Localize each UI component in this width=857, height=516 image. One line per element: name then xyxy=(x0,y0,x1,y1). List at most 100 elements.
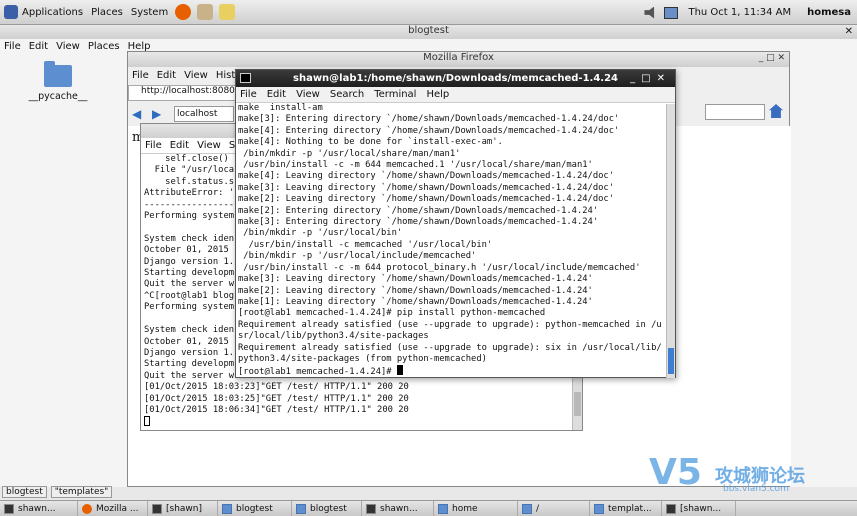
terminal-icon xyxy=(4,503,14,514)
applications-menu[interactable]: Applications xyxy=(0,5,87,19)
terminal-line: make[2]: Leaving directory `/home/shawn/… xyxy=(238,285,593,296)
volume-icon[interactable] xyxy=(644,6,655,19)
search-input[interactable] xyxy=(705,104,765,120)
watermark-logo: V5 xyxy=(649,452,702,493)
folder-icon xyxy=(438,503,448,514)
front-terminal-titlebar: shawn@lab1:/home/shawn/Downloads/memcach… xyxy=(236,70,675,87)
terminal-line: [root@lab1 memcached-1.4.24]# pip instal… xyxy=(238,308,546,319)
folder-icon xyxy=(296,503,306,514)
tf-menu-terminal[interactable]: Terminal xyxy=(370,89,422,100)
terminal-line: make[4]: Leaving directory `/home/shawn/… xyxy=(238,171,615,182)
home-icon[interactable] xyxy=(769,104,783,118)
tf-menu-view[interactable]: View xyxy=(292,89,326,100)
tf-menu-help[interactable]: Help xyxy=(422,89,455,100)
clock[interactable]: Thu Oct 1, 11:34 AM xyxy=(678,7,801,18)
places-label: Places xyxy=(91,6,123,18)
terminal-cursor xyxy=(396,365,403,375)
back-arrow-icon[interactable]: ◀ xyxy=(132,108,148,120)
system-menu[interactable]: System xyxy=(127,7,172,18)
taskbar-item[interactable]: templat... xyxy=(590,501,662,516)
location-blogtest[interactable]: blogtest xyxy=(2,486,47,498)
folder-pycache[interactable]: __pycache__ xyxy=(28,61,88,102)
close-icon[interactable]: ✕ xyxy=(845,26,853,37)
taskbar-item[interactable]: Mozilla ... xyxy=(78,501,148,516)
terminal-line xyxy=(144,416,582,429)
tf-menu-search[interactable]: Search xyxy=(326,89,370,100)
folder-icon xyxy=(44,61,72,87)
taskbar-item[interactable]: [shawn... xyxy=(662,501,736,516)
terminal-line: make[1]: Leaving directory `/home/shawn/… xyxy=(238,296,593,307)
folder-icon xyxy=(522,503,532,514)
terminal-line: make[4]: Nothing to be done for `install… xyxy=(238,137,503,148)
ff-menu-view[interactable]: View xyxy=(180,70,212,81)
terminal-line: make install-am xyxy=(238,103,323,113)
front-terminal-output[interactable]: make install-am make[3]: Entering directo… xyxy=(236,103,668,375)
gnome-foot-icon xyxy=(4,5,18,19)
ff-menu-file[interactable]: File xyxy=(128,70,153,81)
taskbar-item[interactable]: blogtest xyxy=(292,501,362,516)
places-menu[interactable]: Places xyxy=(87,7,127,18)
terminal-line: [01/Oct/2015 18:06:34]"GET /test/ HTTP/1… xyxy=(144,404,409,415)
taskbar-item[interactable]: [shawn] xyxy=(148,501,218,516)
bottom-taskbar: shawn... Mozilla ... [shawn] blogtest blogte… xyxy=(0,500,857,516)
taskbar-item-label: templat... xyxy=(608,503,652,514)
window-buttons[interactable]: _ □ ✕ xyxy=(759,53,785,63)
window-buttons[interactable]: _□✕ xyxy=(630,70,671,87)
taskbar-item-label: Mozilla ... xyxy=(96,503,139,514)
firefox-titlebar: Mozilla Firefox _ □ ✕ xyxy=(128,52,789,67)
tf-menu-file[interactable]: File xyxy=(236,89,263,100)
taskbar-item[interactable]: home xyxy=(434,501,518,516)
scroll-thumb[interactable] xyxy=(574,392,581,416)
terminal-line: make[3]: Entering directory `/home/shawn… xyxy=(238,114,620,125)
terminal-icon xyxy=(366,503,376,514)
taskbar-item[interactable]: shawn... xyxy=(0,501,78,516)
scroll-thumb[interactable] xyxy=(668,348,674,374)
terminal-icon xyxy=(240,73,251,83)
mail-launcher-icon[interactable] xyxy=(197,4,214,20)
terminal-line: python3.4/site-packages (from python-mem… xyxy=(238,353,487,364)
location-templates[interactable]: "templates" xyxy=(50,486,113,498)
notes-launcher-icon[interactable] xyxy=(219,4,236,20)
terminal-icon xyxy=(666,503,676,514)
bt-menu-edit[interactable]: Edit xyxy=(166,140,193,151)
file-manager-title: blogtest xyxy=(0,25,857,39)
menu-edit[interactable]: Edit xyxy=(25,41,52,55)
ff-menu-edit[interactable]: Edit xyxy=(153,70,180,81)
terminal-line: make[3]: Entering directory `/home/shawn… xyxy=(238,217,599,228)
system-label: System xyxy=(130,6,169,18)
firefox-icon xyxy=(82,503,92,514)
terminal-line: /bin/mkdir -p '/usr/local/share/man/man1… xyxy=(238,148,461,159)
taskbar-item-label: blogtest xyxy=(310,503,347,514)
taskbar-item[interactable]: / xyxy=(518,501,590,516)
taskbar-item-label: [shawn] xyxy=(166,503,202,514)
terminal-line: /usr/bin/install -c -m 644 memcached.1 '… xyxy=(238,160,593,171)
forward-arrow-icon[interactable]: ▶ xyxy=(152,108,168,120)
url-bar[interactable]: localhost xyxy=(174,106,234,122)
top-panel: Applications Places System Thu Oct 1, 11… xyxy=(0,0,857,25)
taskbar-item[interactable]: blogtest xyxy=(218,501,292,516)
front-terminal-scrollbar[interactable] xyxy=(666,104,675,378)
firefox-launcher-icon[interactable] xyxy=(175,4,192,20)
tf-menu-edit[interactable]: Edit xyxy=(263,89,292,100)
folder-label: __pycache__ xyxy=(28,91,88,102)
folder-icon xyxy=(222,503,232,514)
terminal-line: /bin/mkdir -p '/usr/local/bin' xyxy=(238,228,403,239)
watermark: V5 攻城狮论坛 bbs.vlan5.com xyxy=(649,452,849,496)
terminal-line: Requirement already satisfied (use --upg… xyxy=(238,342,662,353)
taskbar-item-label: [shawn... xyxy=(680,503,722,514)
terminal-line: make[3]: Leaving directory `/home/shawn/… xyxy=(238,274,593,285)
terminal-line: make[4]: Entering directory `/home/shawn… xyxy=(238,125,620,136)
taskbar-item-label: shawn... xyxy=(380,503,418,514)
menu-view[interactable]: View xyxy=(52,41,84,55)
menu-file[interactable]: File xyxy=(0,41,25,55)
taskbar-item[interactable]: shawn... xyxy=(362,501,434,516)
network-icon[interactable] xyxy=(664,6,679,19)
front-terminal-window: shawn@lab1:/home/shawn/Downloads/memcach… xyxy=(235,69,676,378)
bt-menu-view[interactable]: View xyxy=(193,140,225,151)
terminal-cursor xyxy=(144,416,150,427)
bt-menu-file[interactable]: File xyxy=(141,140,166,151)
front-terminal-menubar: File Edit View Search Terminal Help xyxy=(236,87,675,103)
user-menu[interactable]: homesa xyxy=(801,7,857,18)
terminal-line: /bin/mkdir -p '/usr/local/include/memcac… xyxy=(238,251,477,262)
menu-places[interactable]: Places xyxy=(84,41,124,55)
